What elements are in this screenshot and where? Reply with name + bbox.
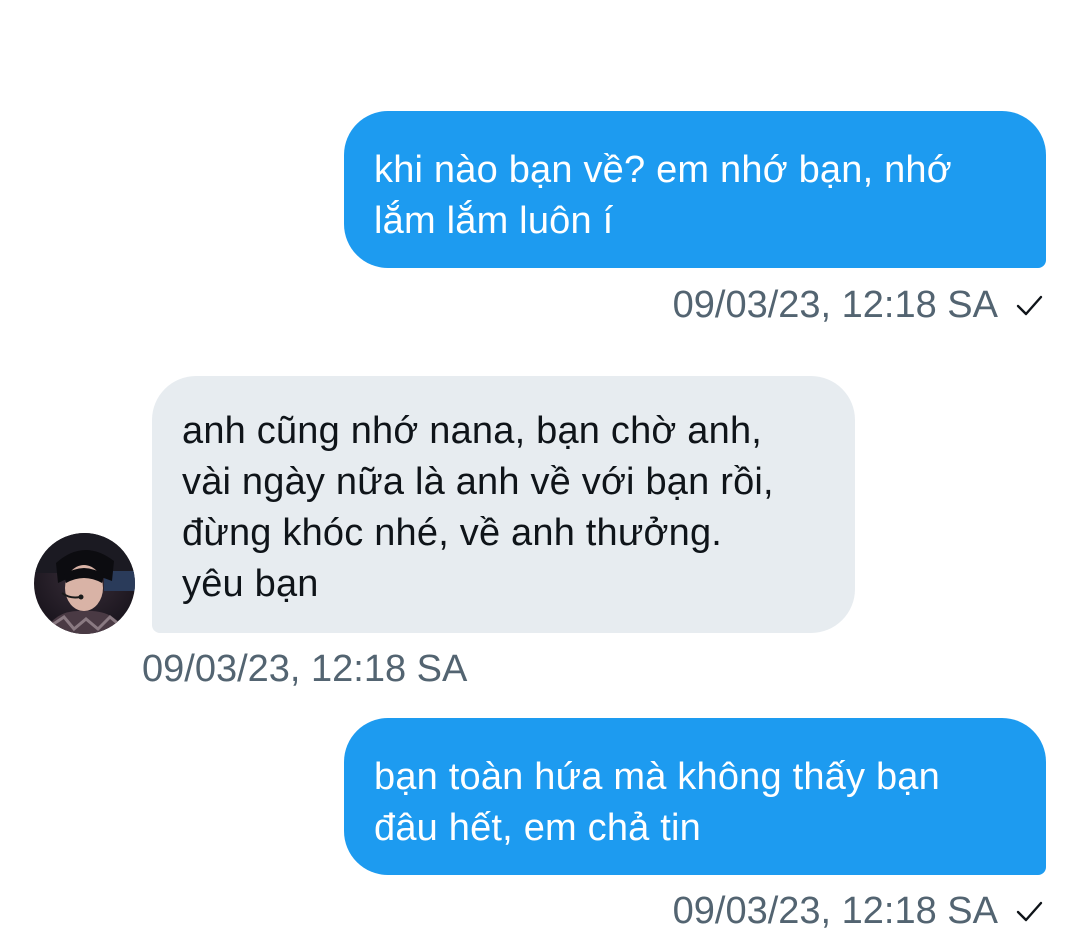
- message-bubble-sent[interactable]: khi nào bạn về? em nhớ bạn, nhớ lắm lắm …: [344, 111, 1046, 268]
- message-timestamp: 09/03/23, 12:18 SA: [672, 889, 998, 932]
- message-timestamp: 09/03/23, 12:18 SA: [672, 283, 998, 326]
- message-timestamp: 09/03/23, 12:18 SA: [142, 647, 468, 690]
- message-meta: 09/03/23, 12:18 SA: [673, 888, 1044, 934]
- message-meta: 09/03/23, 12:18 SA: [673, 282, 1044, 328]
- message-bubble-received[interactable]: anh cũng nhớ nana, bạn chờ anh, vài ngày…: [152, 376, 855, 633]
- check-icon: [1014, 896, 1044, 926]
- check-icon: [1014, 290, 1044, 320]
- avatar[interactable]: [34, 533, 135, 634]
- message-meta: 09/03/23, 12:18 SA: [142, 646, 467, 692]
- message-bubble-sent[interactable]: bạn toàn hứa mà không thấy bạn đâu hết, …: [344, 718, 1046, 875]
